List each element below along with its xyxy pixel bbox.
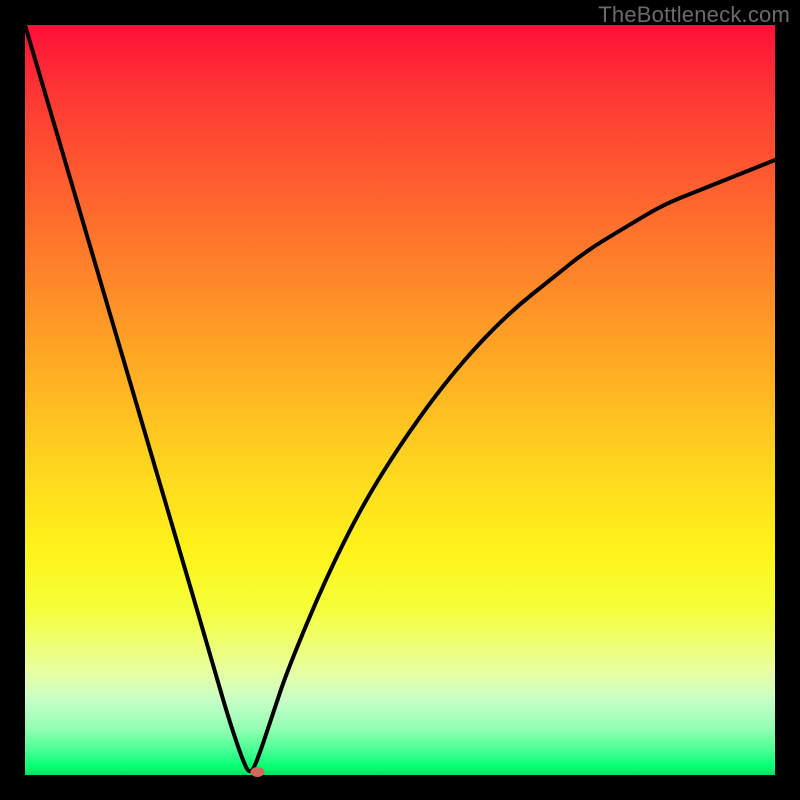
bottleneck-curve: [25, 25, 775, 775]
plot-area: [25, 25, 775, 775]
chart-frame: TheBottleneck.com: [0, 0, 800, 800]
